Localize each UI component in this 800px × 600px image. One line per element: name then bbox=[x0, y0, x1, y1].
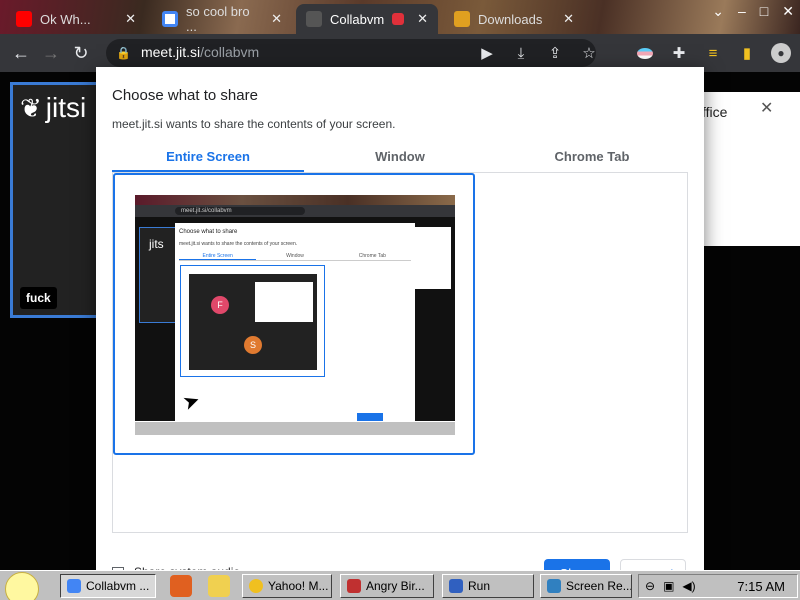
close-icon[interactable]: ✕ bbox=[125, 11, 136, 27]
tab-collabvm[interactable]: Collabvm ✕ bbox=[296, 4, 438, 34]
reload-icon[interactable]: ↻ bbox=[66, 38, 96, 68]
google-icon bbox=[162, 11, 178, 27]
recording-icon bbox=[392, 13, 405, 25]
task-yahoo[interactable]: Yahoo! M... bbox=[242, 574, 332, 598]
close-icon[interactable]: ✕ bbox=[271, 11, 282, 27]
camera-icon[interactable]: ▶ bbox=[472, 38, 502, 68]
extension-icon[interactable]: ✚ bbox=[664, 38, 694, 68]
maximize-icon[interactable]: □ bbox=[760, 3, 768, 19]
back-icon[interactable]: ← bbox=[6, 38, 36, 68]
side-panel-icon[interactable]: ▮ bbox=[732, 38, 762, 68]
thumb-inner-screen: F S bbox=[189, 274, 317, 370]
close-icon[interactable]: ✕ bbox=[563, 11, 574, 27]
tab-title: Downloads bbox=[478, 11, 543, 27]
tab-window[interactable]: Window bbox=[304, 145, 496, 172]
tab-downloads[interactable]: Downloads ✕ bbox=[444, 4, 584, 34]
star-icon[interactable]: ☆ bbox=[574, 38, 604, 68]
task-angry-birds[interactable]: Angry Bir... bbox=[340, 574, 434, 598]
playlist-icon[interactable]: ≡ bbox=[698, 38, 728, 68]
avatar-f: F bbox=[211, 296, 229, 314]
tab-google[interactable]: so cool bro ... ✕ bbox=[152, 4, 292, 34]
task-label: Screen Re... bbox=[566, 579, 632, 593]
task-label: Run bbox=[468, 579, 491, 593]
thumb-tabstrip bbox=[135, 195, 455, 205]
pride-flag-icon[interactable] bbox=[630, 38, 660, 68]
close-icon[interactable]: ✕ bbox=[760, 98, 773, 118]
system-tray: ⊖ ▣ ◀) 7:15 AM bbox=[638, 574, 798, 598]
url-path: /collabvm bbox=[200, 44, 260, 60]
network-icon[interactable]: ⊖ bbox=[645, 579, 655, 593]
tab-youtube[interactable]: Ok Wh... ✕ bbox=[6, 4, 146, 34]
youtube-icon bbox=[16, 11, 32, 27]
task-label: Yahoo! M... bbox=[268, 579, 329, 593]
thumb-dialog-title: Choose what to share bbox=[179, 229, 238, 235]
forward-icon[interactable]: → bbox=[36, 38, 66, 68]
windows-taskbar: Collabvm ... Yahoo! M... Angry Bir... Ru… bbox=[0, 570, 800, 600]
thumb-preview: F S bbox=[180, 265, 325, 377]
install-icon[interactable]: ⤓ bbox=[506, 38, 536, 68]
notification-text: ffice bbox=[702, 104, 728, 120]
jitsi-logo-text: jitsi bbox=[45, 92, 87, 123]
tab-entire-screen[interactable]: Entire Screen bbox=[112, 145, 304, 172]
thumb-dialog-subtitle: meet.jit.si wants to share the contents … bbox=[179, 241, 298, 247]
start-button[interactable] bbox=[0, 571, 44, 600]
folder-icon[interactable] bbox=[208, 575, 230, 597]
thumb-popup bbox=[255, 282, 313, 322]
thumb-tab: Window bbox=[286, 253, 304, 259]
thumb-url: meet.jit.si/collabvm bbox=[175, 207, 305, 215]
screen-recorder-icon bbox=[547, 579, 561, 593]
screen-share-dialog: Choose what to share meet.jit.si wants t… bbox=[96, 67, 704, 589]
close-icon[interactable]: ✕ bbox=[417, 11, 428, 27]
collabvm-icon bbox=[306, 11, 322, 27]
clock[interactable]: 7:15 AM bbox=[737, 579, 785, 594]
task-label: Angry Bir... bbox=[366, 579, 425, 593]
tab-title: Collabvm bbox=[330, 11, 385, 27]
thumb-tabs: Entire Screen Window Chrome Tab bbox=[179, 253, 411, 261]
computer-icon[interactable]: ▣ bbox=[663, 579, 674, 593]
share-tabs: Entire Screen Window Chrome Tab bbox=[112, 145, 688, 173]
run-icon bbox=[449, 579, 463, 593]
jitsi-logo: ❦ jitsi bbox=[20, 92, 86, 124]
volume-icon[interactable]: ◀) bbox=[682, 579, 695, 593]
tab-title: Ok Wh... bbox=[40, 11, 91, 27]
browser-tab-strip: Ok Wh... ✕ so cool bro ... ✕ Collabvm ✕ … bbox=[0, 0, 800, 34]
tab-title: so cool bro ... bbox=[186, 4, 250, 34]
notification-panel: ffice ✕ bbox=[702, 92, 800, 246]
task-collabvm[interactable]: Collabvm ... bbox=[60, 574, 156, 598]
thumb-dialog: Choose what to share meet.jit.si wants t… bbox=[175, 223, 415, 435]
minimize-icon[interactable]: – bbox=[738, 3, 746, 19]
thumb-taskbar bbox=[135, 421, 455, 435]
participant-name-label: fuck bbox=[20, 287, 57, 309]
thumb-toolbar: meet.jit.si/collabvm bbox=[135, 205, 455, 217]
close-window-icon[interactable]: ✕ bbox=[782, 3, 794, 20]
angry-birds-icon bbox=[347, 579, 361, 593]
window-controls: ⌄ – □ ✕ bbox=[712, 0, 794, 22]
share-icon[interactable]: ⇪ bbox=[540, 38, 570, 68]
thumb-jitsi-logo: jits bbox=[149, 237, 164, 251]
lock-icon: 🔒 bbox=[116, 46, 131, 60]
source-panel: meet.jit.si/collabvm jits Choose what to… bbox=[112, 173, 688, 533]
task-run[interactable]: Run bbox=[442, 574, 534, 598]
jitsi-icon: ❦ bbox=[20, 92, 42, 123]
smiley-icon bbox=[5, 571, 39, 600]
chrome-icon bbox=[67, 579, 81, 593]
dialog-title: Choose what to share bbox=[112, 87, 258, 104]
yahoo-icon bbox=[249, 579, 263, 593]
thumb-tab: Chrome Tab bbox=[358, 253, 386, 259]
tab-search-icon[interactable]: ⌄ bbox=[712, 3, 724, 20]
task-label: Collabvm ... bbox=[86, 579, 150, 593]
avatar-s: S bbox=[244, 336, 262, 354]
screen-source-option[interactable]: meet.jit.si/collabvm jits Choose what to… bbox=[113, 173, 475, 455]
thumb-tab: Entire Screen bbox=[179, 253, 257, 260]
task-screen-recorder[interactable]: Screen Re... bbox=[540, 574, 632, 598]
dialog-subtitle: meet.jit.si wants to share the contents … bbox=[112, 117, 396, 131]
url-host: meet.jit.si bbox=[140, 44, 201, 60]
profile-icon[interactable]: ● bbox=[766, 38, 796, 68]
downloads-icon bbox=[454, 11, 470, 27]
firefox-icon[interactable] bbox=[170, 575, 192, 597]
tab-chrome-tab[interactable]: Chrome Tab bbox=[496, 145, 688, 172]
screen-thumbnail: meet.jit.si/collabvm jits Choose what to… bbox=[135, 195, 455, 435]
